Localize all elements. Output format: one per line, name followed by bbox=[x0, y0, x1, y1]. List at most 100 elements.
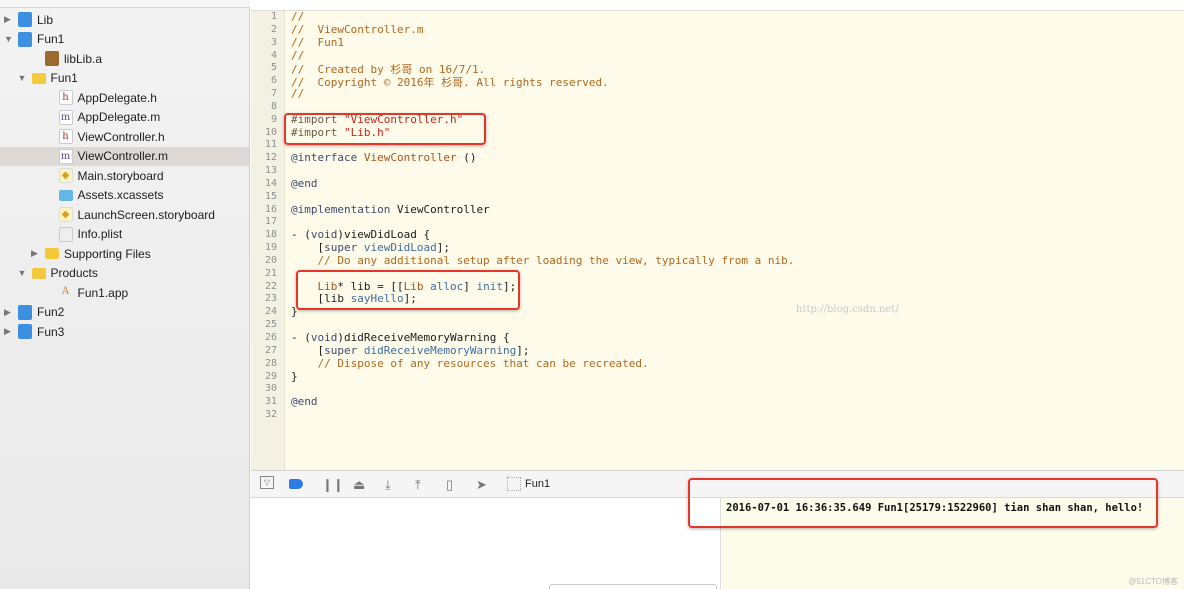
line-number: 12 bbox=[264, 152, 277, 164]
location-icon[interactable]: ➤ bbox=[476, 477, 487, 493]
navigator-item-label: libLib.a bbox=[64, 51, 103, 66]
navigator-item-label: Info.plist bbox=[77, 227, 123, 241]
code-line: // Dispose of any resources that can be … bbox=[291, 357, 648, 370]
navigator-item[interactable]: ▶ Fun3 bbox=[0, 322, 249, 341]
target-icon bbox=[507, 477, 521, 491]
disclosure-triangle-icon[interactable]: ▼ bbox=[18, 73, 28, 83]
breakpoints-toggle-icon[interactable] bbox=[289, 479, 303, 489]
navigator-item[interactable]: ▶ Fun2 bbox=[0, 303, 249, 322]
line-number: 28 bbox=[264, 357, 277, 369]
step-into-icon[interactable]: ⤓ bbox=[385, 477, 391, 493]
code-token: } bbox=[291, 369, 298, 383]
disclosure-triangle-icon[interactable]: ▶ bbox=[4, 307, 14, 318]
navigator-item-label: Assets.xcassets bbox=[77, 188, 164, 202]
line-number: 20 bbox=[264, 254, 277, 266]
code-token: // Do any additional setup after loading… bbox=[291, 253, 795, 267]
code-token: - ( bbox=[291, 228, 311, 242]
project-icon bbox=[18, 304, 32, 320]
navigator-item-label: Lib bbox=[37, 12, 54, 27]
code-line: @end bbox=[291, 395, 318, 408]
line-number: 4 bbox=[270, 49, 277, 61]
navigator-item-label: ViewController.m bbox=[77, 149, 168, 163]
code-token: super bbox=[324, 343, 364, 357]
navigator-item[interactable]: ▼ Fun1 bbox=[0, 69, 249, 88]
disclosure-triangle-icon[interactable]: ▶ bbox=[4, 326, 14, 337]
code-editor[interactable]: 1 2 3 4 5 6 7 8 9 10 11 12 13 14 15 16 17 18 19 20 21 22 23 24 2… bbox=[251, 10, 1184, 470]
navigator-item[interactable]: ◆ Main.storyboard bbox=[0, 166, 249, 185]
navigator-item[interactable]: ▼ Fun1 bbox=[0, 30, 249, 49]
line-number: 29 bbox=[264, 370, 277, 382]
line-number: 6 bbox=[270, 75, 277, 87]
navigator-item[interactable]: Assets.xcassets bbox=[0, 186, 249, 205]
code-line: // bbox=[291, 10, 304, 23]
code-token: @end bbox=[291, 176, 318, 190]
highlight-box-imports bbox=[284, 113, 486, 145]
code-line: } bbox=[291, 370, 298, 383]
navigator-item[interactable]: libLib.a bbox=[0, 49, 249, 68]
code-line: // bbox=[291, 87, 304, 100]
navigator-item[interactable]: h AppDelegate.h bbox=[0, 88, 249, 107]
hide-debug-area-icon[interactable]: ▽ bbox=[260, 476, 274, 489]
code-line: @end bbox=[291, 177, 318, 190]
disclosure-triangle-icon[interactable]: ▼ bbox=[18, 268, 28, 278]
objc-file-icon: m bbox=[58, 109, 73, 125]
navigator-item[interactable]: ◆ LaunchScreen.storyboard bbox=[0, 205, 249, 224]
code-line: - (void)didReceiveMemoryWarning { bbox=[291, 331, 510, 344]
line-number: 5 bbox=[270, 62, 277, 74]
navigator-item-label: Fun1.app bbox=[77, 285, 129, 300]
code-token: didReceiveMemoryWarning bbox=[363, 343, 517, 357]
line-number: 9 bbox=[270, 113, 277, 125]
line-number: 10 bbox=[264, 126, 277, 138]
variables-view[interactable] bbox=[251, 498, 721, 589]
navigator-item[interactable]: h ViewController.h bbox=[0, 127, 249, 146]
code-token: @interface bbox=[291, 151, 364, 165]
code-token: [ bbox=[291, 241, 325, 255]
line-number: 17 bbox=[264, 216, 277, 228]
header-file-icon: h bbox=[58, 129, 73, 144]
line-number: 19 bbox=[264, 242, 277, 254]
line-number: 11 bbox=[264, 139, 277, 151]
folder-icon bbox=[31, 72, 46, 84]
navigator-toolbar bbox=[0, 0, 250, 8]
code-token: @implementation bbox=[291, 202, 397, 216]
step-over-icon[interactable]: ⏏ bbox=[353, 477, 365, 493]
code-token: - ( bbox=[291, 331, 311, 344]
navigator-item[interactable]: m AppDelegate.m bbox=[0, 108, 249, 127]
app-icon: A bbox=[61, 286, 70, 297]
pause-icon[interactable]: ❙❙ bbox=[322, 477, 344, 493]
folder-icon bbox=[31, 267, 46, 279]
line-number: 26 bbox=[264, 332, 277, 343]
header-file-icon: h bbox=[58, 90, 73, 105]
navigator-item[interactable]: ▶ Lib bbox=[0, 10, 249, 29]
line-number: 22 bbox=[264, 280, 277, 292]
navigator-item[interactable]: Info.plist bbox=[0, 225, 249, 244]
filter-field[interactable] bbox=[549, 584, 717, 589]
code-token: () bbox=[456, 151, 477, 165]
navigator-item-label: LaunchScreen.storyboard bbox=[77, 207, 215, 222]
navigator-item[interactable]: ▼ Products bbox=[0, 264, 249, 283]
navigator-item-label: AppDelegate.h bbox=[77, 90, 157, 105]
navigator-item[interactable]: ▶ Supporting Files bbox=[0, 244, 249, 263]
navigator-item-label: AppDelegate.m bbox=[77, 110, 161, 124]
navigator-item[interactable]: A Fun1.app bbox=[0, 283, 249, 302]
navigator-item-label: Fun2 bbox=[37, 305, 65, 319]
disclosure-triangle-icon[interactable]: ▶ bbox=[4, 14, 14, 25]
line-number: 31 bbox=[264, 396, 277, 408]
view-hierarchy-icon[interactable]: ▯ bbox=[446, 477, 453, 493]
debug-target-label[interactable]: Fun1 bbox=[525, 478, 550, 490]
line-number: 7 bbox=[270, 88, 277, 100]
library-icon bbox=[45, 51, 59, 66]
code-token: ]; bbox=[516, 343, 530, 357]
navigator-item[interactable]: m ViewController.m bbox=[0, 146, 249, 166]
code-token: @end bbox=[291, 395, 318, 409]
navigator-item-label: Fun1 bbox=[50, 71, 78, 85]
disclosure-triangle-icon[interactable]: ▼ bbox=[4, 34, 14, 44]
disclosure-triangle-icon[interactable]: ▶ bbox=[31, 248, 41, 259]
code-token: // Copyright © 2016年 杉哥. All rights rese… bbox=[291, 76, 609, 90]
storyboard-icon: ◆ bbox=[58, 207, 73, 222]
line-number: 25 bbox=[264, 319, 277, 331]
line-number: 3 bbox=[270, 36, 277, 48]
code-token: [ bbox=[291, 343, 325, 357]
step-out-icon[interactable]: ⤒ bbox=[415, 477, 421, 493]
line-number: 8 bbox=[270, 100, 277, 112]
